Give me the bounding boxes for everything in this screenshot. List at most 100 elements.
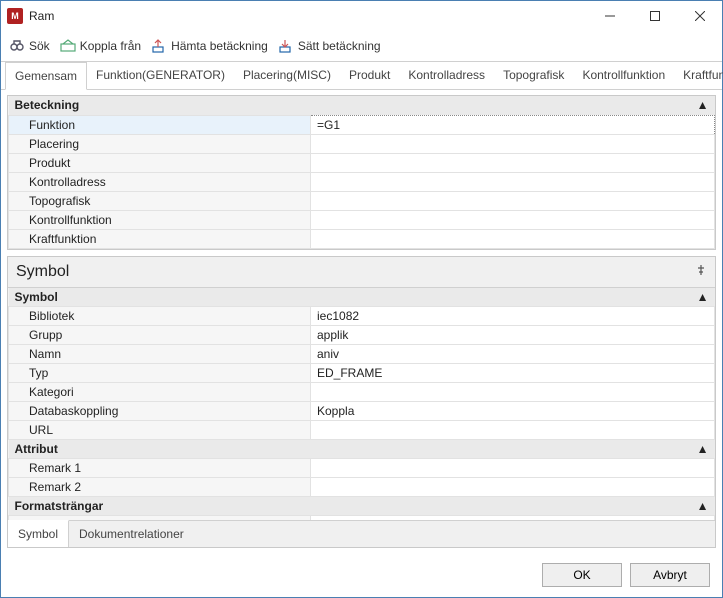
row-value[interactable]	[311, 191, 715, 210]
row-value[interactable]	[311, 478, 715, 497]
table-row[interactable]: Funktion =G1	[9, 115, 715, 134]
disconnect-icon	[60, 38, 76, 54]
row-value[interactable]	[311, 383, 715, 402]
close-button[interactable]	[677, 1, 722, 30]
table-row[interactable]: Namnaniv	[9, 345, 715, 364]
tab-placering[interactable]: Placering(MISC)	[234, 62, 340, 89]
tab-topografisk[interactable]: Topografisk	[494, 62, 573, 89]
ok-button[interactable]: OK	[542, 563, 622, 587]
symbol-section-header[interactable]: Symbol ▲	[9, 288, 715, 307]
main-tabs: Gemensam Funktion(GENERATOR) Placering(M…	[1, 61, 722, 90]
row-value[interactable]	[311, 134, 715, 153]
app-icon: M	[7, 8, 23, 24]
disconnect-label: Koppla från	[80, 39, 141, 53]
fetch-icon	[151, 38, 167, 54]
row-value[interactable]	[311, 459, 715, 478]
collapse-icon: ▲	[697, 499, 709, 513]
row-label: Grupp	[9, 326, 311, 345]
symbol-bottom-tabs: Symbol Dokumentrelationer	[8, 520, 715, 547]
beteckning-section-header[interactable]: Beteckning ▲	[9, 96, 715, 115]
fetch-label: Hämta betäckning	[171, 39, 268, 53]
row-label: Funktion	[9, 115, 311, 134]
attribut-section-header[interactable]: Attribut ▲	[9, 440, 715, 459]
table-row[interactable]: Bibliotekiec1082	[9, 307, 715, 326]
symbol-panel-title: Symbol	[8, 257, 715, 287]
footer: OK Avbryt	[1, 553, 722, 597]
content: Beteckning ▲ Funktion =G1 Placering Produ…	[1, 90, 722, 553]
window-title: Ram	[29, 9, 587, 23]
table-row[interactable]: Kontrolladress	[9, 172, 715, 191]
row-label: Databaskoppling	[9, 402, 311, 421]
row-label: URL	[9, 421, 311, 440]
row-value[interactable]: applik	[311, 326, 715, 345]
table-row[interactable]: Gruppapplik	[9, 326, 715, 345]
symbol-panel: Symbol Symbol ▲ Bibliotekiec1082 Gruppapp…	[7, 256, 716, 549]
table-row[interactable]: TypED_FRAME	[9, 364, 715, 383]
bottom-tab-symbol[interactable]: Symbol	[8, 520, 69, 547]
search-label: Sök	[29, 39, 50, 53]
table-row[interactable]: Topografisk	[9, 191, 715, 210]
tab-kraftfunktion[interactable]: Kraftfunktion	[674, 62, 723, 89]
section-header-label: Attribut	[15, 442, 58, 456]
beteckning-panel: Beteckning ▲ Funktion =G1 Placering Produ…	[7, 95, 716, 250]
table-row[interactable]: DatabaskopplingKoppla	[9, 402, 715, 421]
table-row[interactable]: Kraftfunktion	[9, 229, 715, 248]
fetch-button[interactable]: Hämta betäckning	[151, 38, 268, 54]
search-button[interactable]: Sök	[9, 38, 50, 54]
table-row[interactable]: Kategori	[9, 383, 715, 402]
row-label: Kontrollfunktion	[9, 210, 311, 229]
disconnect-button[interactable]: Koppla från	[60, 38, 141, 54]
collapse-icon: ▲	[697, 98, 709, 112]
row-value[interactable]: =G1	[311, 115, 715, 134]
binoculars-icon	[9, 38, 25, 54]
window: M Ram Sök Koppla från Hämta betäckning	[0, 0, 723, 598]
row-label: Produkt	[9, 153, 311, 172]
row-value[interactable]	[311, 421, 715, 440]
table-row[interactable]: Remark 1	[9, 459, 715, 478]
row-value[interactable]	[311, 172, 715, 191]
minimize-button[interactable]	[587, 1, 632, 30]
maximize-button[interactable]	[632, 1, 677, 30]
set-icon	[278, 38, 294, 54]
formatstrangar-section-header[interactable]: Formatsträngar ▲	[9, 497, 715, 516]
row-value[interactable]	[311, 210, 715, 229]
set-button[interactable]: Sätt betäckning	[278, 38, 381, 54]
row-value[interactable]: aniv	[311, 345, 715, 364]
table-row[interactable]: Remark 2	[9, 478, 715, 497]
titlebar: M Ram	[1, 1, 722, 31]
row-label: Typ	[9, 364, 311, 383]
table-row[interactable]: Placering	[9, 134, 715, 153]
row-label: Kategori	[9, 383, 311, 402]
tab-kontrolladress[interactable]: Kontrolladress	[399, 62, 494, 89]
row-value[interactable]	[311, 153, 715, 172]
pin-icon[interactable]	[695, 263, 707, 281]
section-header-label: Formatsträngar	[15, 499, 104, 513]
row-label: Remark 2	[9, 478, 311, 497]
row-value[interactable]: ED_FRAME	[311, 364, 715, 383]
symbol-title-label: Symbol	[16, 263, 69, 281]
table-row[interactable]: URL	[9, 421, 715, 440]
table-row[interactable]: Kontrollfunktion	[9, 210, 715, 229]
collapse-icon: ▲	[697, 290, 709, 304]
window-buttons	[587, 1, 722, 31]
row-value[interactable]	[311, 229, 715, 248]
tab-kontrollfunktion[interactable]: Kontrollfunktion	[573, 62, 674, 89]
row-label: Placering	[9, 134, 311, 153]
bottom-tab-dokumentrelationer[interactable]: Dokumentrelationer	[69, 521, 194, 547]
row-label: Bibliotek	[9, 307, 311, 326]
beteckning-grid: Beteckning ▲ Funktion =G1 Placering Produ…	[8, 96, 715, 249]
section-header-label: Symbol	[15, 290, 58, 304]
beteckning-header-label: Beteckning	[15, 98, 80, 112]
tab-produkt[interactable]: Produkt	[340, 62, 399, 89]
tab-gemensam[interactable]: Gemensam	[5, 62, 87, 90]
collapse-icon: ▲	[697, 442, 709, 456]
table-row[interactable]: Produkt	[9, 153, 715, 172]
symbol-grid: Symbol ▲ Bibliotekiec1082 Gruppapplik Nam…	[8, 288, 715, 521]
row-value[interactable]: Koppla	[311, 402, 715, 421]
cancel-button[interactable]: Avbryt	[630, 563, 710, 587]
row-value[interactable]: iec1082	[311, 307, 715, 326]
row-label: Namn	[9, 345, 311, 364]
tab-funktion[interactable]: Funktion(GENERATOR)	[87, 62, 234, 89]
row-label: Kontrolladress	[9, 172, 311, 191]
row-label: Kraftfunktion	[9, 229, 311, 248]
